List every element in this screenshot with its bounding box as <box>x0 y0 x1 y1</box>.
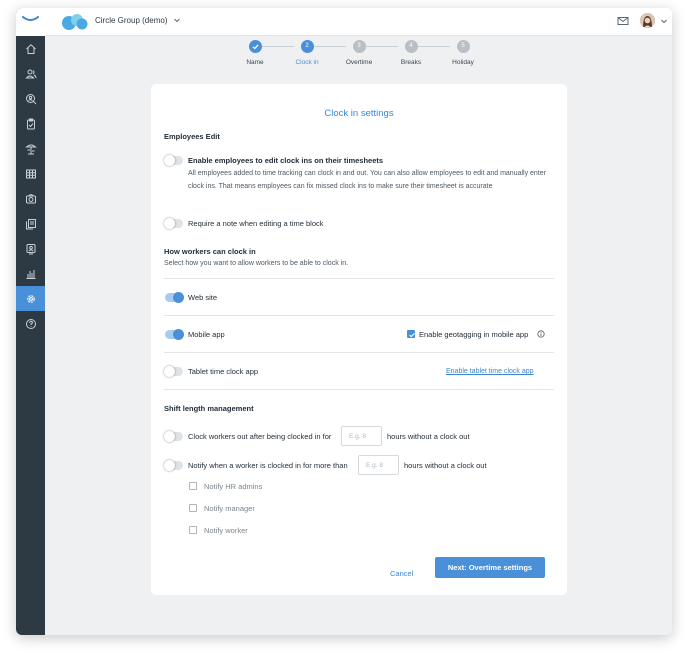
employees-edit-heading: Employees Edit <box>164 132 220 141</box>
web-site-toggle[interactable] <box>165 292 184 303</box>
clipboard-icon <box>26 118 35 129</box>
app-window: Circle Group (demo) Name 2 Clock in 3 Ov… <box>16 8 672 635</box>
step-holiday[interactable]: 5 Holiday <box>433 40 493 66</box>
sidebar-item-schedule[interactable] <box>16 161 45 186</box>
sidebar-item-home[interactable] <box>16 36 45 61</box>
company-logo-icon <box>62 14 88 30</box>
enable-edit-label: Enable employees to edit clock ins on th… <box>188 156 384 165</box>
next-overtime-settings-button[interactable]: Next: Overtime settings <box>435 557 545 578</box>
auto-clock-out-hours-input[interactable]: E.g. 8 <box>341 426 382 446</box>
notify-label: Notify when a worker is clocked in for m… <box>188 461 348 470</box>
clock-in-settings-card: Clock in settings Employees Edit Enable … <box>151 84 567 595</box>
step-clock-in[interactable]: 2 Clock in <box>277 40 337 66</box>
sidebar-item-photos[interactable] <box>16 186 45 211</box>
web-site-label: Web site <box>188 293 218 302</box>
info-icon[interactable] <box>537 330 545 338</box>
mobile-app-label: Mobile app <box>188 330 225 339</box>
clock-in-methods-heading: How workers can clock in <box>164 247 256 256</box>
enable-tablet-app-link[interactable]: Enable tablet time clock app <box>446 368 534 375</box>
id-badge-icon <box>26 243 35 254</box>
notify-manager-checkbox[interactable] <box>189 504 197 512</box>
auto-clock-out-toggle[interactable] <box>164 431 183 442</box>
page-title: Clock in settings <box>324 108 394 119</box>
step-breaks[interactable]: 4 Breaks <box>381 40 441 66</box>
step-number: 2 <box>300 40 314 53</box>
step-label: Holiday <box>452 59 474 66</box>
sidebar-item-people[interactable] <box>16 61 45 86</box>
chevron-down-icon[interactable] <box>173 16 181 24</box>
company-name[interactable]: Circle Group (demo) <box>95 16 167 25</box>
sidebar-item-badges[interactable] <box>16 236 45 261</box>
sidebar-item-help[interactable] <box>16 311 45 336</box>
notify-worker-label: Notify worker <box>204 526 248 535</box>
chevron-down-icon[interactable] <box>660 17 668 25</box>
mail-icon[interactable] <box>617 16 629 26</box>
schedule-grid-icon <box>25 169 36 178</box>
notify-hr-admins-checkbox[interactable] <box>189 482 197 490</box>
divider <box>164 315 554 316</box>
notify-hours-input[interactable]: E.g. 8 <box>358 455 399 475</box>
notify-manager-label: Notify manager <box>204 504 255 513</box>
notify-suffix: hours without a clock out <box>404 461 487 470</box>
divider <box>164 352 554 353</box>
sidebar-item-documents[interactable] <box>16 211 45 236</box>
step-overtime[interactable]: 3 Overtime <box>329 40 389 66</box>
auto-clock-out-label: Clock workers out after being clocked in… <box>188 432 332 441</box>
shift-length-heading: Shift length management <box>164 404 254 413</box>
sidebar-item-settings[interactable] <box>16 286 45 311</box>
clock-in-methods-subheading: Select how you want to allow workers to … <box>164 260 349 267</box>
notify-hr-admins-label: Notify HR admins <box>204 482 263 491</box>
tablet-app-label: Tablet time clock app <box>188 367 259 376</box>
enable-edit-description: All employees added to time tracking can… <box>188 170 546 190</box>
step-label: Name <box>246 59 264 66</box>
step-label: Clock in <box>295 59 319 66</box>
notify-worker-checkbox[interactable] <box>189 526 197 534</box>
geotagging-checkbox[interactable] <box>407 330 415 338</box>
require-note-toggle[interactable] <box>164 218 183 229</box>
mobile-app-toggle[interactable] <box>165 329 184 340</box>
help-icon <box>25 318 36 329</box>
users-icon <box>24 69 36 78</box>
app-logo[interactable] <box>16 8 45 36</box>
enable-edit-toggle[interactable] <box>164 155 183 166</box>
divider <box>164 389 554 390</box>
auto-clock-out-suffix: hours without a clock out <box>387 432 470 441</box>
cancel-button[interactable]: Cancel <box>390 569 413 578</box>
divider <box>164 278 554 279</box>
step-number: 4 <box>404 40 418 53</box>
geotagging-label: Enable geotagging in mobile app <box>419 330 529 339</box>
require-note-label: Require a note when editing a time block <box>188 219 324 228</box>
settings-gear-icon <box>26 294 35 303</box>
sidebar-item-tasks[interactable] <box>16 111 45 136</box>
step-label: Overtime <box>345 59 373 66</box>
step-check-icon <box>248 40 262 53</box>
avatar[interactable] <box>640 13 655 28</box>
documents-icon <box>25 218 36 229</box>
sidebar-item-reports[interactable] <box>16 261 45 286</box>
camera-icon <box>25 193 36 203</box>
tablet-app-toggle[interactable] <box>164 366 183 377</box>
sidebar <box>16 8 45 635</box>
sidebar-item-search-people[interactable] <box>16 86 45 111</box>
step-name[interactable]: Name <box>225 40 285 66</box>
vacation-icon <box>24 144 37 154</box>
search-user-icon <box>25 93 36 104</box>
sidebar-item-holidays[interactable] <box>16 136 45 161</box>
step-number: 5 <box>456 40 470 53</box>
step-label: Breaks <box>400 59 422 66</box>
reports-chart-icon <box>26 269 35 279</box>
home-icon <box>25 43 36 54</box>
wizard-steps: Name 2 Clock in 3 Overtime 4 Breaks 5 Ho… <box>216 40 476 80</box>
notify-toggle[interactable] <box>164 460 183 471</box>
top-bar: Circle Group (demo) <box>45 8 672 36</box>
step-number: 3 <box>352 40 366 53</box>
